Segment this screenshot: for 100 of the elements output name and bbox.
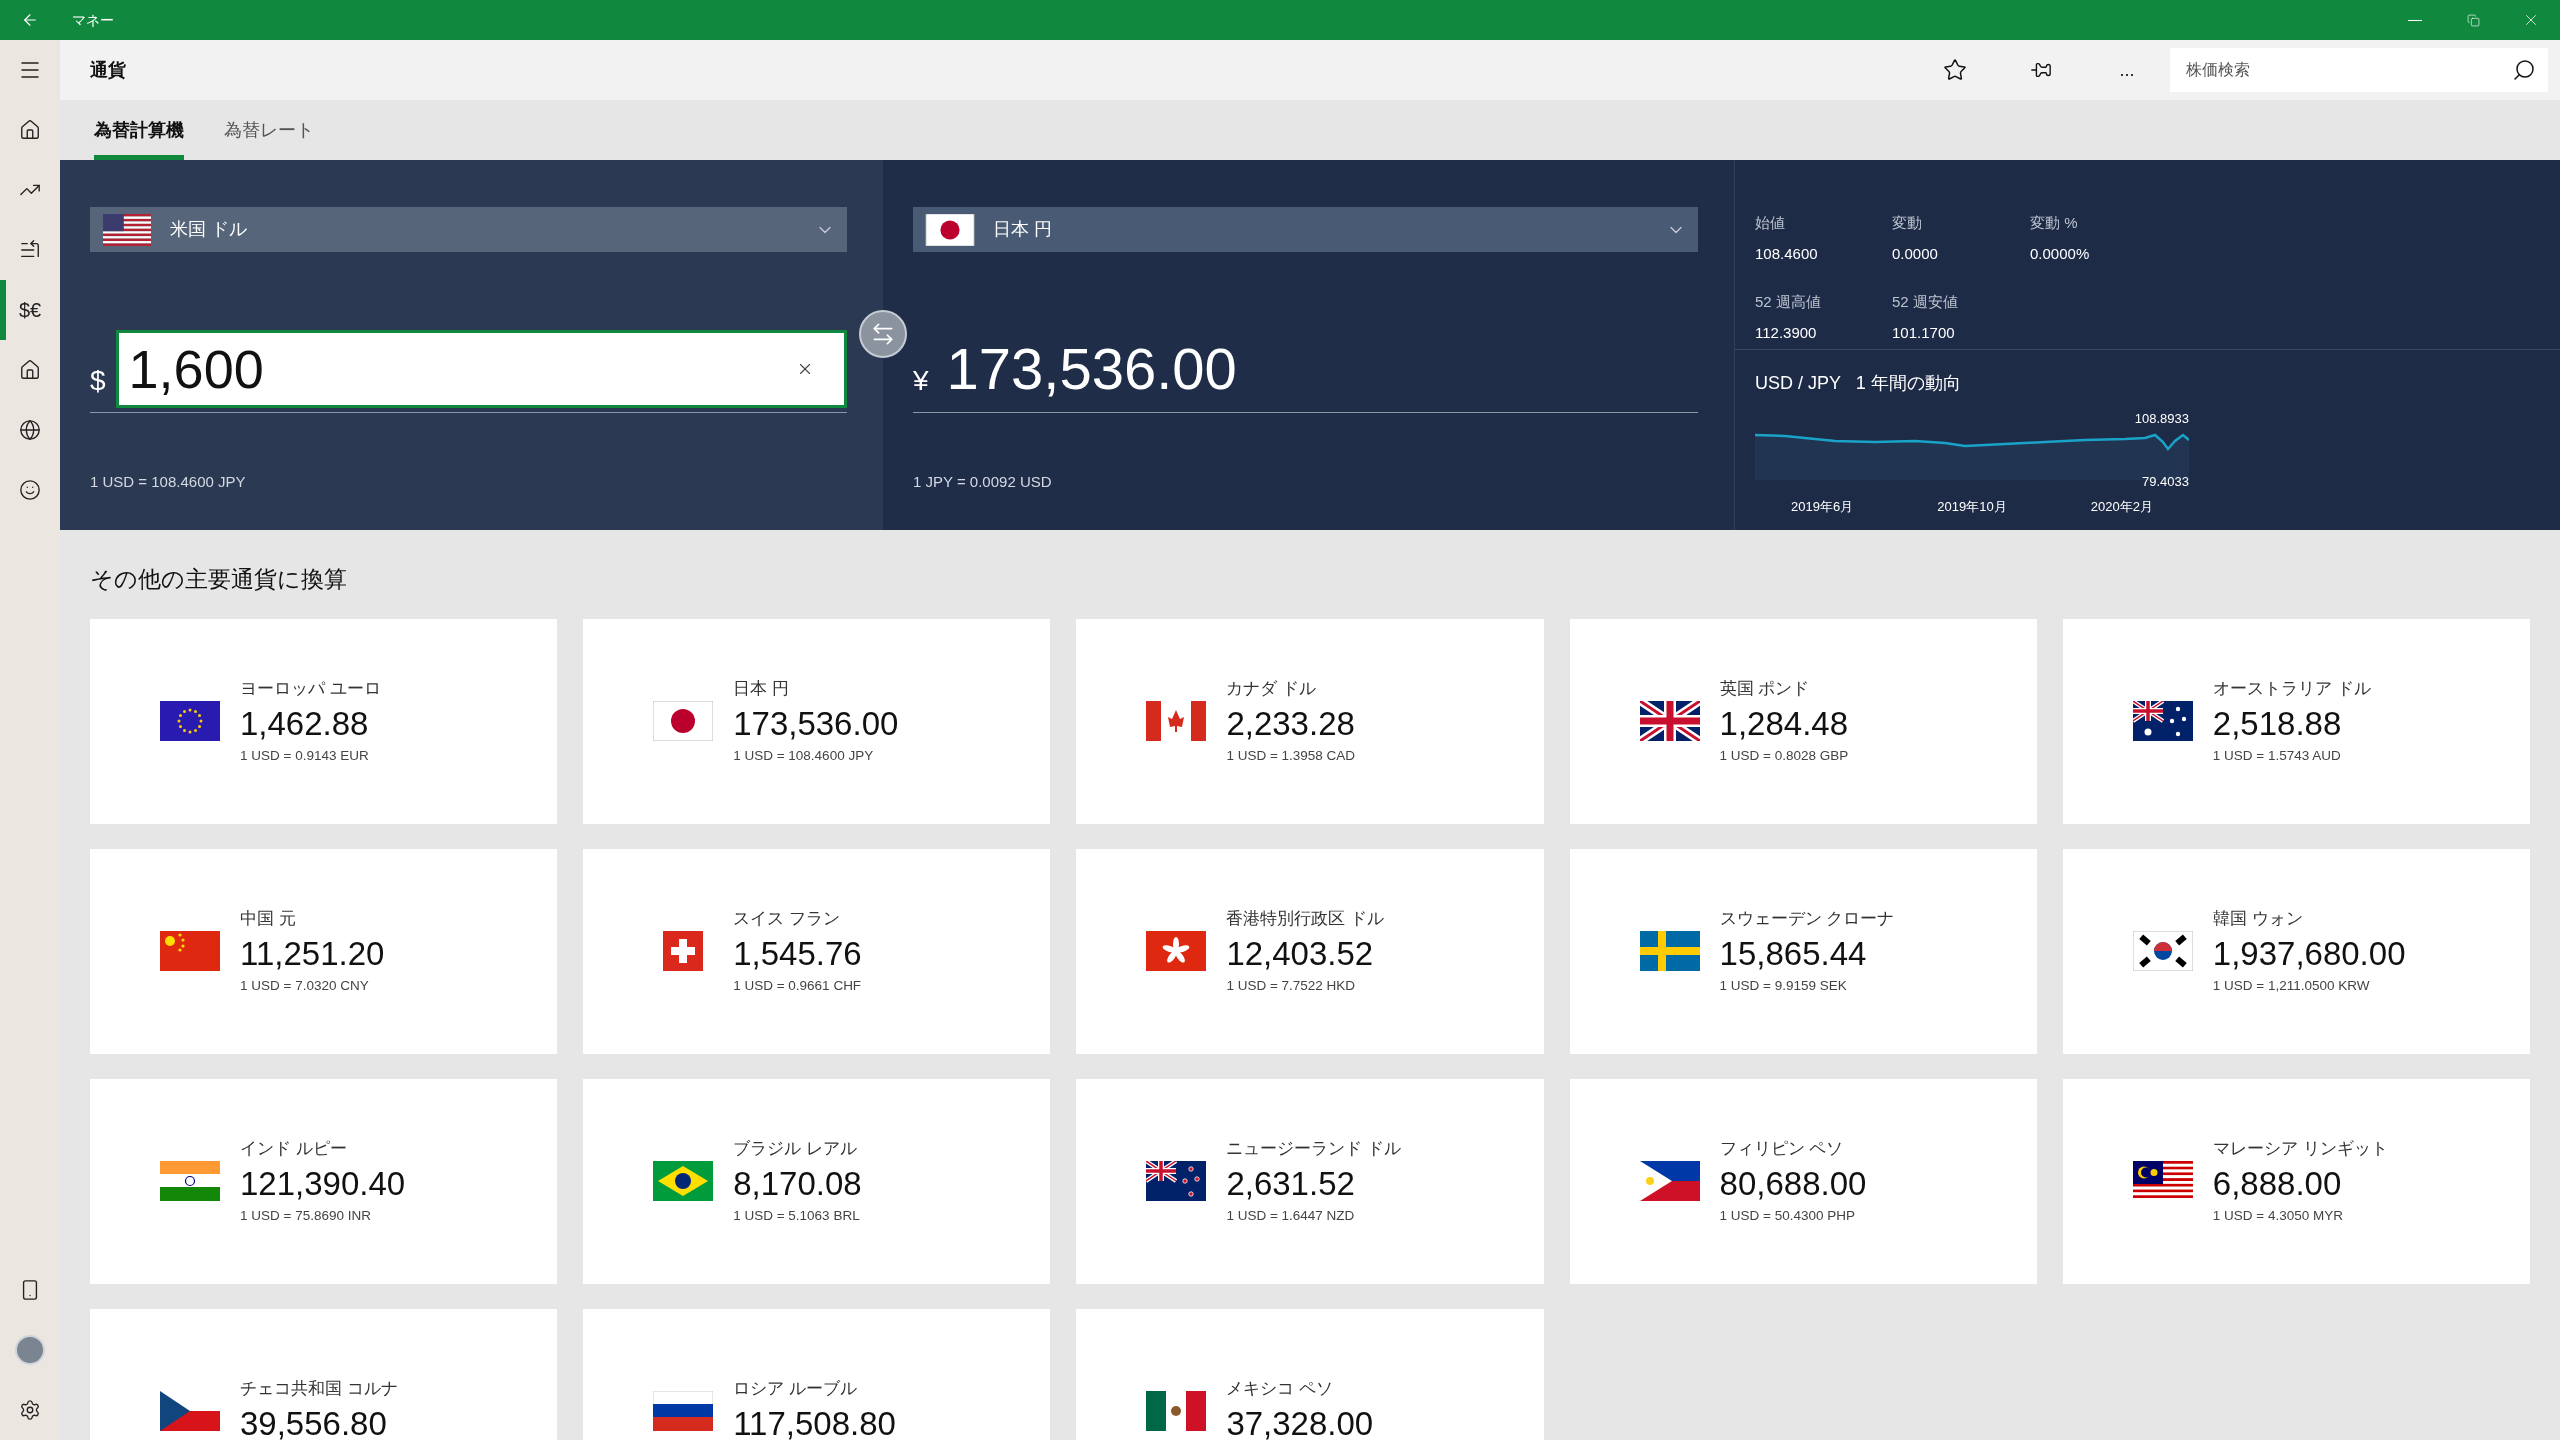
window-title: マネー bbox=[72, 10, 114, 30]
converted-value: 11,251.20 bbox=[240, 933, 385, 974]
stat-value: 0.0000 bbox=[1892, 243, 1939, 264]
currency-name: マレーシア リンギット bbox=[2212, 1138, 2388, 1161]
house-icon bbox=[19, 359, 41, 381]
stat-value: 0.0000% bbox=[2030, 243, 2091, 264]
converted-value: 2,233.28 bbox=[1226, 703, 1356, 744]
currency-card[interactable]: 中国 元 11,251.20 1 USD = 7.0320 CNY bbox=[90, 848, 558, 1054]
search-field[interactable]: 株価検索 bbox=[2170, 48, 2548, 92]
card-rate: 1 USD = 9.9159 SEK bbox=[1719, 976, 1848, 995]
currency-card[interactable]: インド ルピー 121,390.40 1 USD = 75.8690 INR bbox=[90, 1078, 558, 1284]
currency-name: フィリピン ペソ bbox=[1719, 1138, 1845, 1161]
converted-value: 6,888.00 bbox=[2212, 1163, 2343, 1204]
globe-icon bbox=[19, 419, 41, 441]
flag-icon bbox=[1146, 1161, 1207, 1201]
stat-label: 始値 bbox=[1755, 213, 1786, 233]
currency-card[interactable]: メキシコ ペソ 37,328.00 bbox=[1076, 1308, 1544, 1440]
amount-field[interactable]: 1,600 bbox=[115, 330, 847, 408]
exchange-rate: 1 USD = 108.4600 JPY bbox=[90, 472, 247, 492]
avatar bbox=[15, 1335, 45, 1365]
chart-low-label: 79.4033 bbox=[2142, 472, 2189, 491]
star-icon bbox=[1943, 58, 1967, 82]
currency-name: スイス フラン bbox=[733, 908, 841, 931]
currency-name: スウェーデン クローナ bbox=[1719, 908, 1895, 931]
card-rate: 1 USD = 50.4300 PHP bbox=[1719, 1206, 1857, 1225]
flag-icon bbox=[160, 701, 220, 741]
currency-name: 英国 ポンド bbox=[1719, 678, 1811, 701]
flag-icon bbox=[160, 931, 220, 971]
converted-amount: 173,536.00 bbox=[946, 335, 1237, 403]
currency-card[interactable]: スイス フラン 1,545.76 1 USD = 0.9661 CHF bbox=[583, 848, 1051, 1054]
card-rate: 1 USD = 0.8028 GBP bbox=[1719, 746, 1849, 765]
currency-card[interactable]: ブラジル レアル 8,170.08 1 USD = 5.1063 BRL bbox=[583, 1078, 1051, 1284]
currency-card[interactable]: カナダ ドル 2,233.28 1 USD = 1.3958 CAD bbox=[1076, 618, 1544, 824]
card-rate: 1 USD = 1.5743 AUD bbox=[2212, 746, 2342, 765]
flag-icon bbox=[1146, 701, 1207, 741]
currency-name: インド ルピー bbox=[240, 1138, 348, 1161]
card-rate: 1 USD = 75.8690 INR bbox=[240, 1206, 372, 1225]
currency-card[interactable]: 英国 ポンド 1,284.48 1 USD = 0.8028 GBP bbox=[1569, 618, 2037, 824]
currency-card[interactable]: ヨーロッパ ユーロ 1,462.88 1 USD = 0.9143 EUR bbox=[90, 618, 558, 824]
currency-card[interactable]: 日本 円 173,536.00 1 USD = 108.4600 JPY bbox=[583, 618, 1051, 824]
card-rate: 1 USD = 1.6447 NZD bbox=[1226, 1206, 1356, 1225]
currency-name: 韓国 ウォン bbox=[2212, 908, 2304, 931]
flag-icon bbox=[653, 701, 714, 741]
converted-value: 8,170.08 bbox=[733, 1163, 862, 1204]
currency-card[interactable]: フィリピン ペソ 80,688.00 1 USD = 50.4300 PHP bbox=[1569, 1078, 2037, 1284]
currency-card[interactable]: 香港特別行政区 ドル 12,403.52 1 USD = 7.7522 HKD bbox=[1076, 848, 1544, 1054]
currency-name: メキシコ ペソ bbox=[1226, 1378, 1335, 1401]
card-rate: 1 USD = 5.1063 BRL bbox=[733, 1206, 861, 1225]
axis-label: 2019年6月 bbox=[1791, 498, 1854, 516]
converted-value: 121,390.40 bbox=[240, 1163, 406, 1204]
currency-card[interactable]: マレーシア リンギット 6,888.00 1 USD = 4.3050 MYR bbox=[2062, 1078, 2530, 1284]
currency-card[interactable]: オーストラリア ドル 2,518.88 1 USD = 1.5743 AUD bbox=[2062, 618, 2530, 824]
flag-icon bbox=[2132, 701, 2193, 741]
flag-icon bbox=[1639, 931, 1700, 971]
flag-icon bbox=[2132, 1161, 2193, 1201]
card-rate: 1 USD = 1.3958 CAD bbox=[1226, 746, 1356, 765]
flag-icon bbox=[925, 213, 975, 246]
currency-name: チェコ共和国 コルナ bbox=[240, 1378, 398, 1401]
flag-icon bbox=[653, 1161, 714, 1201]
currency-name: ニュージーランド ドル bbox=[1226, 1138, 1402, 1161]
currency-name: ブラジル レアル bbox=[733, 1138, 858, 1161]
converted-value: 2,518.88 bbox=[2212, 703, 2343, 744]
currency-name: ヨーロッパ ユーロ bbox=[240, 678, 381, 701]
currency-dropdown[interactable]: 米国 ドル bbox=[90, 207, 847, 252]
home-icon bbox=[19, 119, 41, 141]
card-rate: 1 USD = 7.0320 CNY bbox=[240, 976, 370, 995]
converted-value: 80,688.00 bbox=[1719, 1163, 1867, 1204]
flag-icon bbox=[1639, 701, 1700, 741]
currency-card[interactable]: ロシア ルーブル 117,508.80 bbox=[583, 1308, 1051, 1440]
currency-card[interactable]: 韓国 ウォン 1,937,680.00 1 USD = 1,211.0500 KRW bbox=[2062, 848, 2530, 1054]
section-title: その他の主要通貨に換算 bbox=[90, 565, 348, 594]
currency-dropdown[interactable]: 日本 円 bbox=[913, 207, 1698, 252]
currency-card[interactable]: チェコ共和国 コルナ 39,556.80 bbox=[90, 1308, 558, 1440]
converted-value: 2,631.52 bbox=[1226, 1163, 1356, 1204]
chart-high-label: 108.8933 bbox=[2134, 410, 2189, 428]
flag-icon bbox=[2132, 931, 2193, 971]
flag-icon bbox=[1146, 931, 1207, 971]
more-button[interactable]: ... bbox=[2084, 40, 2170, 100]
axis-label: 2020年2月 bbox=[2090, 498, 2153, 516]
card-rate: 1 USD = 0.9143 EUR bbox=[240, 746, 370, 765]
tab[interactable]: 為替レート bbox=[224, 100, 314, 160]
axis-label: 2019年10月 bbox=[1937, 498, 2007, 516]
stat-label: 52 週安値 bbox=[1892, 292, 1959, 312]
currency-name: 中国 元 bbox=[240, 908, 297, 931]
currency-name: ロシア ルーブル bbox=[733, 1378, 858, 1401]
converted-value: 117,508.80 bbox=[733, 1403, 896, 1440]
flag-icon bbox=[1639, 1161, 1700, 1201]
currency-name: 日本 円 bbox=[733, 678, 790, 701]
currency-symbol: ¥ bbox=[913, 364, 929, 398]
currency-card[interactable]: ニュージーランド ドル 2,631.52 1 USD = 1.6447 NZD bbox=[1076, 1078, 1544, 1284]
chart-title: USD / JPY 1 年間の動向 bbox=[1755, 372, 1962, 395]
currency-name: カナダ ドル bbox=[1226, 678, 1318, 701]
currency-card[interactable]: スウェーデン クローナ 15,865.44 1 USD = 9.9159 SEK bbox=[1569, 848, 2037, 1054]
card-rate: 1 USD = 108.4600 JPY bbox=[733, 746, 875, 765]
card-rate: 1 USD = 0.9661 CHF bbox=[733, 976, 862, 995]
converted-value: 1,937,680.00 bbox=[2212, 933, 2406, 974]
currency-name: 香港特別行政区 ドル bbox=[1226, 908, 1385, 931]
converted-value: 15,865.44 bbox=[1719, 933, 1868, 974]
stat-label: 52 週高値 bbox=[1755, 292, 1822, 312]
minimize-icon bbox=[2408, 19, 2422, 21]
